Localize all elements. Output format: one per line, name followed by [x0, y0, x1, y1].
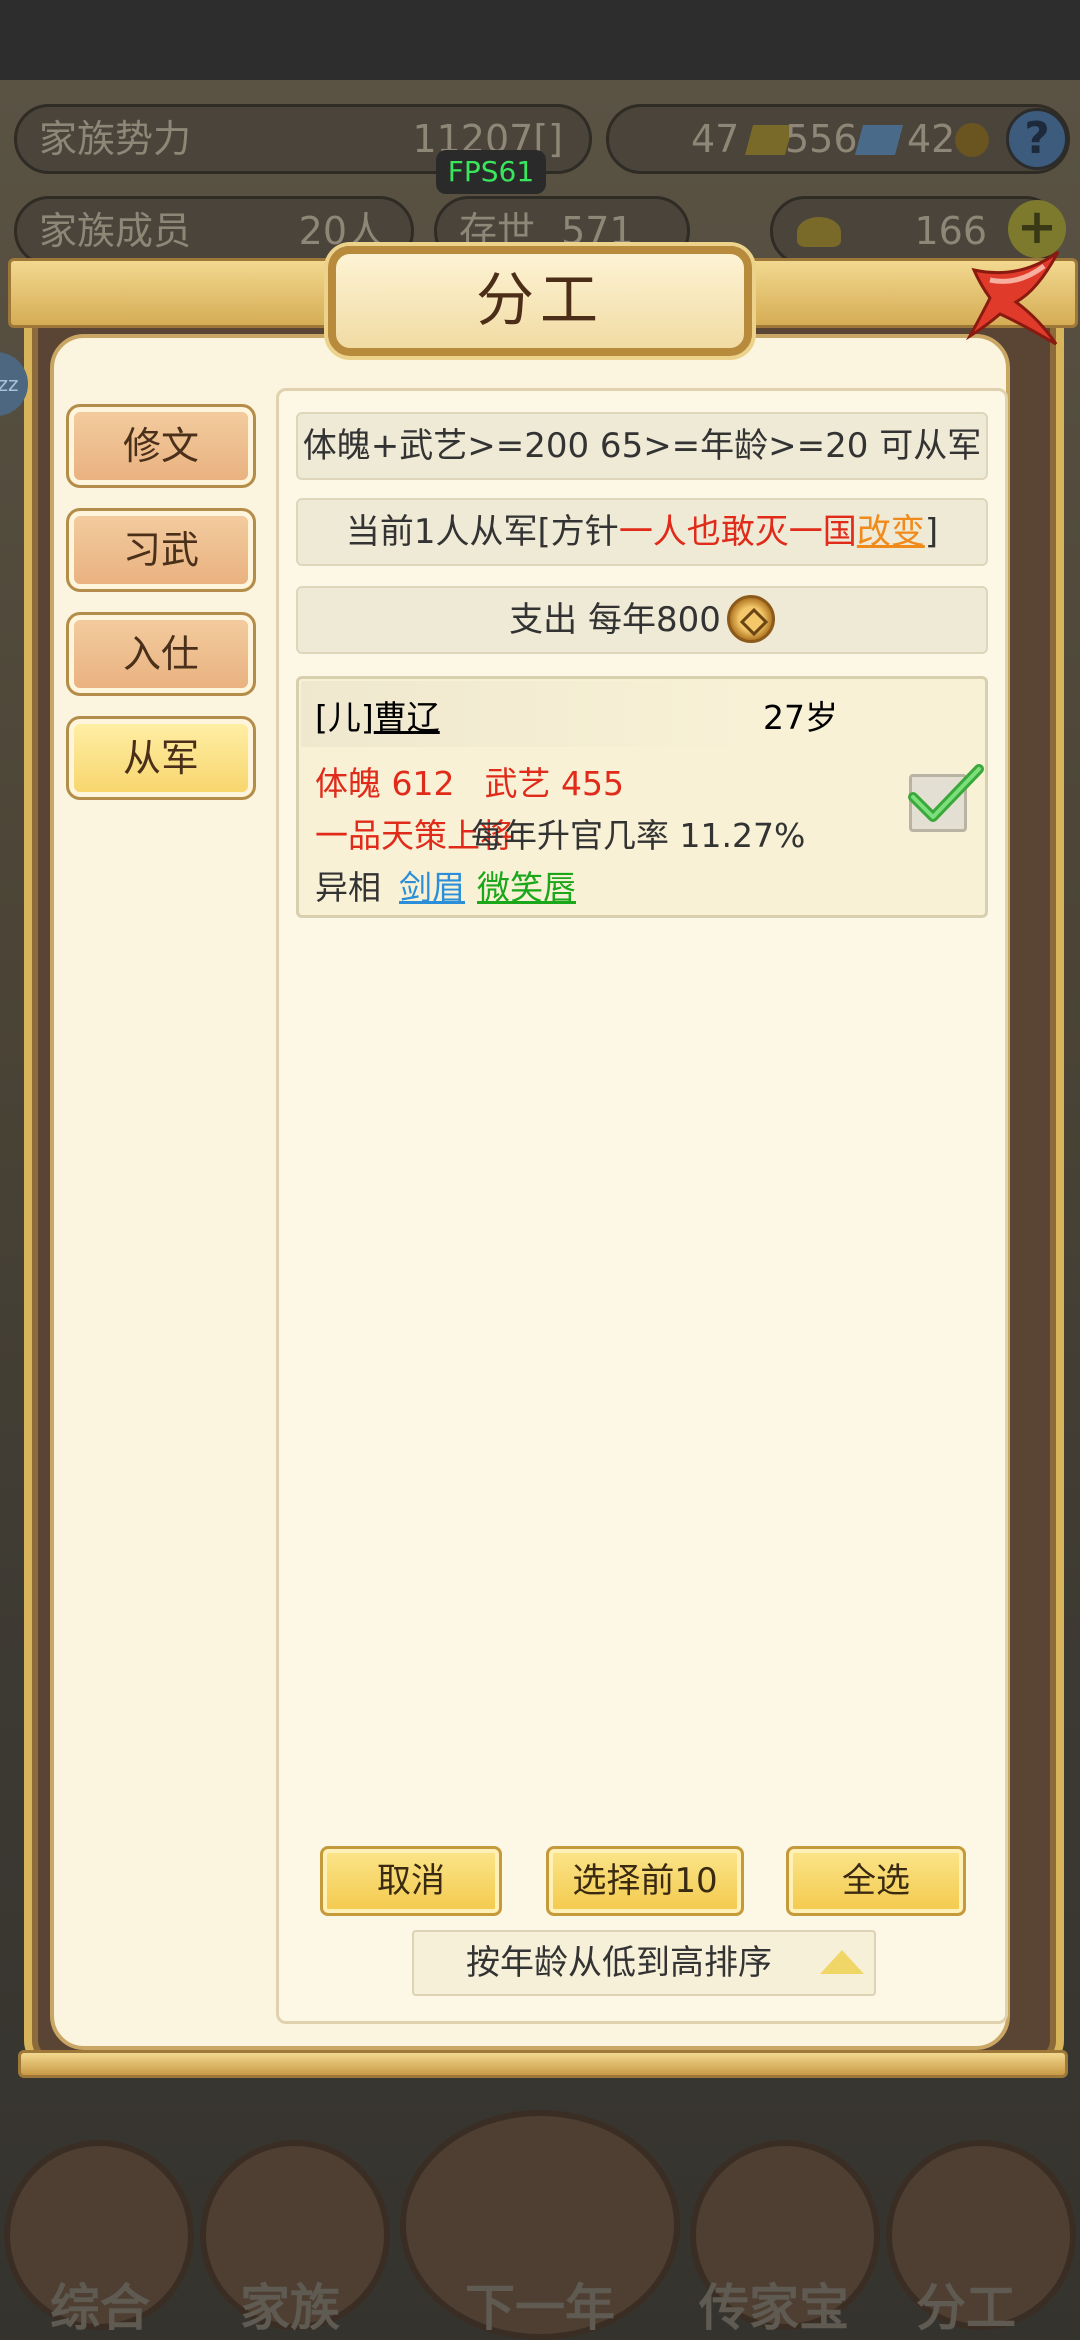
- expense-label: 支出 每年800: [509, 600, 721, 640]
- ingot-icon: [797, 217, 841, 247]
- modal-bottom-bar: [18, 2050, 1068, 2078]
- nav-label-heirloom: 传家宝: [699, 2279, 849, 2337]
- coin-icon: [955, 123, 989, 157]
- select-all-button[interactable]: 全选: [786, 1846, 966, 1916]
- bottom-nav: 综合 家族 下一年 传家宝 分工: [0, 2100, 1080, 2340]
- policy-value: 一人也敢灭一国: [618, 512, 857, 552]
- policy-suffix: ]: [924, 512, 939, 552]
- close-icon[interactable]: [960, 240, 1070, 350]
- copper-coin-icon: [726, 594, 775, 643]
- gold-count: 47: [691, 117, 740, 161]
- fps-counter: FPS61: [436, 150, 546, 194]
- member-name-line: [儿]曹辽: [315, 691, 440, 739]
- silver-bar-icon: [854, 125, 904, 155]
- nav-label-next-year: 下一年: [465, 2279, 615, 2337]
- trait-sword-brow[interactable]: 剑眉: [399, 868, 465, 907]
- nav-label-family: 家族: [240, 2279, 340, 2337]
- select-top10-button[interactable]: 选择前10: [546, 1846, 744, 1916]
- member-relation: [儿]: [315, 698, 374, 737]
- member-traits: 异相 剑眉 微笑唇: [315, 861, 576, 909]
- sort-dropdown[interactable]: 按年龄从低到高排序: [412, 1930, 876, 1996]
- member-stat-martial: 武艺 455: [484, 764, 624, 803]
- member-name[interactable]: 曹辽: [374, 698, 440, 737]
- member-age: 27岁: [763, 698, 838, 737]
- trait-smile-lips[interactable]: 微笑唇: [477, 868, 576, 907]
- sort-up-arrow-icon: [820, 1950, 864, 1974]
- member-stats: 体魄 612 武艺 455: [315, 757, 624, 805]
- tab-military[interactable]: 从军: [66, 716, 256, 800]
- nav-label-overview: 综合: [50, 2279, 150, 2337]
- silver-count: 556: [785, 117, 858, 161]
- family-power-label: 家族势力: [39, 117, 192, 161]
- resources-box: 47 556 42: [606, 104, 1070, 174]
- help-button[interactable]: ?: [1006, 108, 1068, 170]
- tab-martial[interactable]: 习武: [66, 508, 256, 592]
- policy-change-link[interactable]: 改变: [857, 512, 925, 552]
- requirement-row: 体魄+武艺>=200 65>=年龄>=20 可从军: [296, 412, 988, 480]
- policy-row: 当前1人从军[方针一人也敢灭一国改变]: [296, 498, 988, 566]
- cancel-button[interactable]: 取消: [320, 1846, 502, 1916]
- tab-study[interactable]: 修文: [66, 404, 256, 488]
- tab-official[interactable]: 入仕: [66, 612, 256, 696]
- member-promotion: 每年升官几率 11.27%: [471, 816, 806, 855]
- status-bar: [0, 0, 1080, 80]
- modal-title: 分工: [475, 266, 604, 334]
- member-card[interactable]: [儿]曹辽 27岁 体魄 612 武艺 455 一品天策上将 每年升官几率 11.…: [296, 676, 988, 918]
- coin-count: 42: [907, 117, 956, 161]
- family-members-label: 家族成员: [39, 209, 192, 253]
- nav-label-division: 分工: [916, 2279, 1016, 2337]
- member-stat-body: 体魄 612: [315, 764, 455, 803]
- policy-prefix: 当前1人从军[方针: [345, 512, 619, 552]
- expense-row: 支出 每年800: [296, 586, 988, 654]
- checkmark-icon: [908, 764, 984, 822]
- sort-label: 按年龄从低到高排序: [466, 1943, 772, 1983]
- member-traits-label: 异相: [315, 868, 381, 907]
- modal-title-plaque: 分工: [328, 246, 752, 356]
